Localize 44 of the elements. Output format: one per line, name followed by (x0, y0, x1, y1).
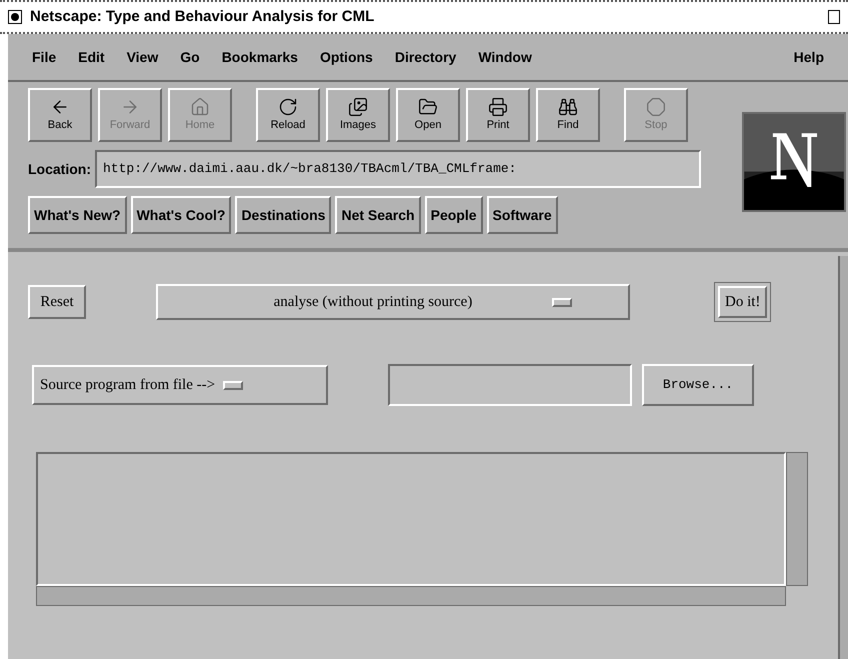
submit-button[interactable]: Do it! (718, 286, 768, 318)
dropdown-indicator-icon (552, 298, 572, 306)
house-icon (190, 96, 210, 117)
directory-button[interactable]: Destinations (235, 196, 332, 234)
page-scrollbar[interactable] (838, 256, 848, 659)
directory-button[interactable]: Software (486, 196, 558, 234)
vertical-scrollbar[interactable] (786, 452, 808, 586)
directory-button[interactable]: What's Cool? (130, 196, 232, 234)
toolbar-button[interactable]: Back (28, 88, 92, 142)
toolbar-button[interactable]: Print (466, 88, 530, 142)
window-title: Netscape: Type and Behaviour Analysis for CML (30, 6, 376, 27)
maximize-icon[interactable] (828, 10, 840, 24)
menu-item[interactable]: Options (320, 46, 373, 68)
toolbar-button[interactable]: Open (396, 88, 460, 142)
menu-item[interactable]: Help (794, 46, 824, 68)
mode-dropdown[interactable]: analyse (without printing source) (156, 284, 630, 320)
menu-item[interactable]: File (32, 46, 56, 68)
reset-button[interactable]: Reset (28, 285, 86, 319)
location-label: Location: (28, 160, 91, 178)
menu-item[interactable]: View (126, 46, 158, 68)
menu-item[interactable]: Bookmarks (222, 46, 298, 68)
toolbar-button[interactable]: Find (536, 88, 600, 142)
directory-button[interactable]: People (424, 196, 483, 234)
images-icon (348, 96, 368, 117)
printer-icon (488, 96, 508, 117)
menu-item[interactable]: Directory (394, 46, 456, 68)
location-field[interactable]: http://www.daimi.aau.dk/~bra8130/TBAcml/TBA_CMLframe: (95, 150, 701, 188)
directory-button[interactable]: What's New? (28, 196, 127, 234)
menu-item[interactable]: Go (180, 46, 200, 68)
horizontal-scrollbar[interactable] (36, 586, 786, 606)
file-path-field[interactable] (388, 364, 632, 406)
toolbar-button[interactable]: Reload (256, 88, 320, 142)
menu-item[interactable]: Window (478, 46, 532, 68)
octagon-icon (646, 96, 666, 117)
browse-button[interactable]: Browse... (642, 364, 754, 406)
toolbar-button[interactable]: Images (326, 88, 390, 142)
reload-icon (278, 96, 298, 117)
folder-icon (418, 96, 438, 117)
directory-button[interactable]: Net Search (335, 196, 421, 234)
binoculars-icon (558, 96, 578, 117)
source-dropdown[interactable]: Source program from file --> (32, 365, 328, 405)
menu-item[interactable]: Edit (78, 46, 105, 68)
dropdown-indicator-icon (223, 380, 244, 390)
window-menu-icon[interactable] (8, 10, 22, 24)
